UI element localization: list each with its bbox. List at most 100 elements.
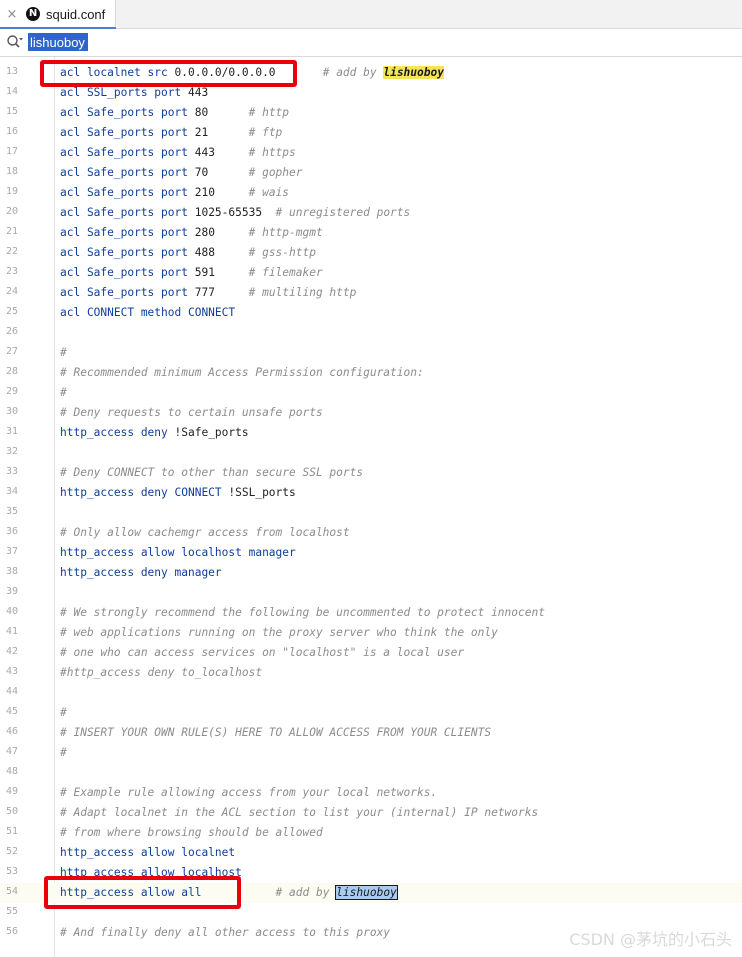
- line-number: 15: [6, 106, 19, 117]
- code-token: # gopher: [248, 166, 303, 179]
- code-line[interactable]: 51 # from where browsing should be allowe…: [0, 823, 742, 843]
- code-token: # ftp: [248, 126, 283, 139]
- line-code: # one who can access services on "localh…: [60, 645, 464, 661]
- code-line[interactable]: 22 acl Safe_ports port 488 # gss-http: [0, 243, 742, 263]
- line-number: 14: [6, 86, 19, 97]
- code-editor[interactable]: 13 acl localnet src 0.0.0.0/0.0.0.0 # add…: [0, 57, 742, 957]
- search-input[interactable]: [28, 33, 88, 51]
- code-token: 488: [194, 246, 249, 259]
- code-token: http_access deny: [60, 426, 175, 439]
- line-code: # Only allow cachemgr access from localh…: [60, 525, 350, 541]
- code-token: # And finally deny all other access to t…: [60, 926, 391, 939]
- line-number: 26: [6, 326, 19, 337]
- line-number: 56: [6, 926, 19, 937]
- line-code: # from where browsing should be allowed: [60, 825, 323, 841]
- code-line[interactable]: 16 acl Safe_ports port 21 # ftp: [0, 123, 742, 143]
- line-number: 38: [6, 566, 19, 577]
- code-token: 443: [187, 86, 209, 99]
- line-number: 43: [6, 666, 19, 677]
- code-token: acl Safe_ports port: [60, 246, 195, 259]
- code-line[interactable]: 38 http_access deny manager: [0, 563, 742, 583]
- line-number: 22: [6, 246, 19, 257]
- code-line[interactable]: 43 #http_access deny to_localhost: [0, 663, 742, 683]
- line-code: acl Safe_ports port 1025-65535 # unregis…: [60, 205, 410, 221]
- code-line[interactable]: 46 # INSERT YOUR OWN RULE(S) HERE TO ALLO…: [0, 723, 742, 743]
- line-code: acl Safe_ports port 80 # http: [60, 105, 289, 121]
- code-line[interactable]: 50 # Adapt localnet in the ACL section to…: [0, 803, 742, 823]
- line-code: # Deny requests to certain unsafe ports: [60, 405, 323, 421]
- code-line[interactable]: 34 http_access deny CONNECT !SSL_ports: [0, 483, 742, 503]
- code-token: #: [60, 706, 67, 719]
- line-number: 45: [6, 706, 19, 717]
- code-token: 70: [194, 166, 249, 179]
- code-line[interactable]: 19 acl Safe_ports port 210 # wais: [0, 183, 742, 203]
- line-code: #: [60, 385, 67, 401]
- code-line[interactable]: 28 # Recommended minimum Access Permissio…: [0, 363, 742, 383]
- file-type-icon: N: [26, 7, 40, 21]
- line-number: 48: [6, 766, 19, 777]
- code-line[interactable]: 52 http_access allow localnet: [0, 843, 742, 863]
- close-tab-icon[interactable]: ×: [2, 7, 22, 22]
- code-line[interactable]: 45 #: [0, 703, 742, 723]
- code-line[interactable]: 35: [0, 503, 742, 523]
- line-code: http_access deny !Safe_ports: [60, 425, 249, 441]
- code-line[interactable]: 17 acl Safe_ports port 443 # https: [0, 143, 742, 163]
- code-line[interactable]: 20 acl Safe_ports port 1025-65535 # unreg…: [0, 203, 742, 223]
- code-line[interactable]: 26: [0, 323, 742, 343]
- line-code: #http_access deny to_localhost: [60, 665, 262, 681]
- code-line[interactable]: 44: [0, 683, 742, 703]
- line-number: 13: [6, 66, 19, 77]
- code-line[interactable]: 18 acl Safe_ports port 70 # gopher: [0, 163, 742, 183]
- code-line[interactable]: 40 # We strongly recommend the following …: [0, 603, 742, 623]
- highlight-box-line-54: [44, 876, 241, 909]
- code-token: # one who can access services on "localh…: [60, 646, 465, 659]
- code-line[interactable]: 21 acl Safe_ports port 280 # http-mgmt: [0, 223, 742, 243]
- code-line[interactable]: 24 acl Safe_ports port 777 # multiling ht…: [0, 283, 742, 303]
- find-bar: [0, 29, 742, 57]
- code-line[interactable]: 15 acl Safe_ports port 80 # http: [0, 103, 742, 123]
- line-code: http_access deny CONNECT !SSL_ports: [60, 485, 296, 501]
- code-line[interactable]: 39: [0, 583, 742, 603]
- code-token: # Recommended minimum Access Permission …: [60, 366, 424, 379]
- code-line[interactable]: 23 acl Safe_ports port 591 # filemaker: [0, 263, 742, 283]
- line-number: 19: [6, 186, 19, 197]
- code-line[interactable]: 32: [0, 443, 742, 463]
- code-token: 280: [194, 226, 249, 239]
- line-number: 34: [6, 486, 19, 497]
- code-line[interactable]: 36 # Only allow cachemgr access from loca…: [0, 523, 742, 543]
- code-line[interactable]: 27 #: [0, 343, 742, 363]
- code-token: acl CONNECT method CONNECT: [60, 306, 236, 319]
- search-icon[interactable]: [6, 34, 24, 50]
- code-token: # http-mgmt: [248, 226, 323, 239]
- code-line[interactable]: 48: [0, 763, 742, 783]
- code-token: acl Safe_ports port: [60, 266, 195, 279]
- code-token: acl Safe_ports port: [60, 206, 195, 219]
- line-code: #: [60, 345, 67, 361]
- code-token: 777: [194, 286, 249, 299]
- code-token: #: [60, 386, 67, 399]
- code-line[interactable]: 47 #: [0, 743, 742, 763]
- line-number: 40: [6, 606, 19, 617]
- code-line[interactable]: 49 # Example rule allowing access from yo…: [0, 783, 742, 803]
- code-line[interactable]: 33 # Deny CONNECT to other than secure SS…: [0, 463, 742, 483]
- code-line[interactable]: 42 # one who can access services on "loca…: [0, 643, 742, 663]
- line-number: 31: [6, 426, 19, 437]
- code-token: # wais: [248, 186, 290, 199]
- code-token: 80: [194, 106, 249, 119]
- line-code: # Example rule allowing access from your…: [60, 785, 437, 801]
- code-line[interactable]: 29 #: [0, 383, 742, 403]
- line-number: 29: [6, 386, 19, 397]
- line-code: http_access allow localhost manager: [60, 545, 296, 561]
- line-number: 44: [6, 686, 19, 697]
- line-code: acl Safe_ports port 210 # wais: [60, 185, 289, 201]
- code-line[interactable]: 31 http_access deny !Safe_ports: [0, 423, 742, 443]
- code-line[interactable]: 25 acl CONNECT method CONNECT: [0, 303, 742, 323]
- line-number: 28: [6, 366, 19, 377]
- code-line[interactable]: 41 # web applications running on the prox…: [0, 623, 742, 643]
- code-line[interactable]: 37 http_access allow localhost manager: [0, 543, 742, 563]
- code-token: # gss-http: [248, 246, 316, 259]
- code-line[interactable]: 30 # Deny requests to certain unsafe port…: [0, 403, 742, 423]
- line-number: 42: [6, 646, 19, 657]
- code-token: # INSERT YOUR OWN RULE(S) HERE TO ALLOW …: [60, 726, 492, 739]
- tab-squid-conf[interactable]: × N squid.conf: [0, 0, 116, 29]
